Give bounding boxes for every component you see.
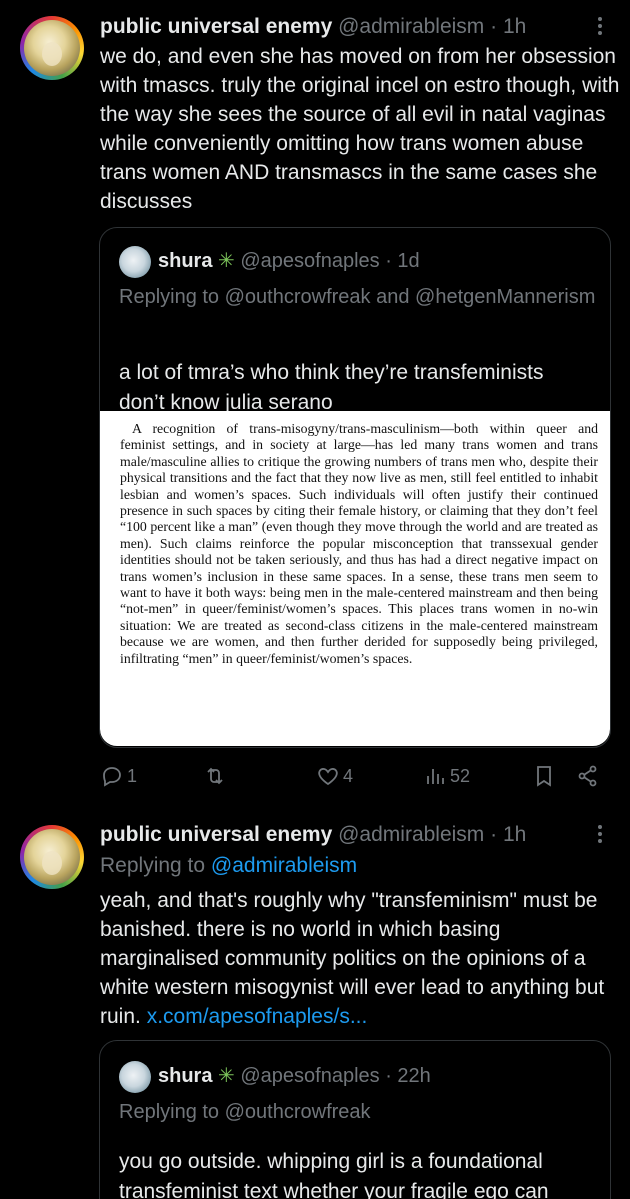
- attached-image[interactable]: A recognition of trans-misogyny/trans-ma…: [100, 411, 610, 746]
- tweet-header: public universal enemy @admirableism · 1…: [100, 14, 526, 40]
- tweet-text: we do, and even she has moved on from he…: [100, 45, 620, 213]
- bookmark-button[interactable]: [532, 764, 556, 788]
- action-bar: 1 4 52: [100, 764, 610, 794]
- author-name[interactable]: public universal enemy: [100, 823, 332, 846]
- avatar[interactable]: [20, 16, 84, 80]
- views-button[interactable]: 52: [423, 764, 470, 788]
- bar-chart-icon: [427, 769, 444, 784]
- reply-button[interactable]: 1: [100, 764, 137, 788]
- timestamp: · 1d: [385, 250, 420, 272]
- avatar[interactable]: [119, 1061, 151, 1093]
- quoted-tweet-text: you go outside. whipping girl is a found…: [119, 1150, 549, 1199]
- tweet[interactable]: public universal enemy @admirableism · 1…: [0, 822, 630, 1199]
- heart-icon: [318, 768, 338, 786]
- author-handle: @apesofnaples: [240, 250, 380, 272]
- more-options-icon[interactable]: [590, 14, 610, 35]
- tweet-text: yeah, and that's roughly why "transfemin…: [100, 886, 620, 1031]
- share-button[interactable]: [576, 764, 600, 788]
- retweet-button[interactable]: [203, 764, 230, 788]
- quoted-tweet-header: shura ✳ @apesofnaples · 22h: [158, 1063, 431, 1089]
- image-text: A recognition of trans-misogyny/trans-ma…: [120, 421, 598, 666]
- replying-to: Replying to @outhcrowfreak: [119, 1101, 371, 1123]
- author-handle: @apesofnaples: [240, 1065, 380, 1087]
- quoted-tweet[interactable]: shura ✳ @apesofnaples · 22h Replying to …: [99, 1040, 611, 1199]
- avatar[interactable]: [20, 825, 84, 889]
- author-name: shura: [158, 250, 213, 272]
- quoted-tweet-text: a lot of tmra’s who think they’re transf…: [119, 361, 544, 414]
- replying-to: Replying to @admirableism: [100, 851, 620, 880]
- author-handle[interactable]: @admirableism: [338, 823, 484, 846]
- tweet-link[interactable]: x.com/apesofnaples/s...: [147, 1005, 368, 1028]
- author-name: shura: [158, 1065, 213, 1087]
- retweet-icon: [207, 767, 223, 785]
- replying-to-link[interactable]: @admirableism: [211, 854, 357, 877]
- sparkle-badge-icon: ✳: [218, 1065, 235, 1087]
- timestamp: · 22h: [385, 1065, 431, 1087]
- author-handle[interactable]: @admirableism: [338, 15, 484, 38]
- bookmark-icon: [537, 766, 551, 787]
- author-name[interactable]: public universal enemy: [100, 15, 332, 38]
- timestamp[interactable]: · 1h: [490, 15, 526, 38]
- view-count: 52: [450, 765, 471, 786]
- avatar[interactable]: [119, 246, 151, 278]
- share-icon: [578, 765, 597, 787]
- timestamp[interactable]: · 1h: [490, 823, 526, 846]
- more-options-icon[interactable]: [590, 822, 610, 843]
- like-count: 4: [343, 765, 354, 786]
- reply-count: 1: [127, 765, 138, 786]
- like-button[interactable]: 4: [316, 764, 353, 788]
- quoted-tweet-header: shura ✳ @apesofnaples · 1d: [158, 248, 420, 274]
- reply-icon: [103, 767, 121, 787]
- replying-to-label: Replying to: [100, 854, 206, 877]
- sparkle-badge-icon: ✳: [218, 250, 235, 272]
- tweet-header: public universal enemy @admirableism · 1…: [100, 822, 526, 848]
- replying-to: Replying to @outhcrowfreak and @hetgenMa…: [119, 286, 596, 308]
- tweet[interactable]: public universal enemy @admirableism · 1…: [0, 14, 630, 794]
- quoted-tweet[interactable]: shura ✳ @apesofnaples · 1d Replying to @…: [99, 227, 611, 748]
